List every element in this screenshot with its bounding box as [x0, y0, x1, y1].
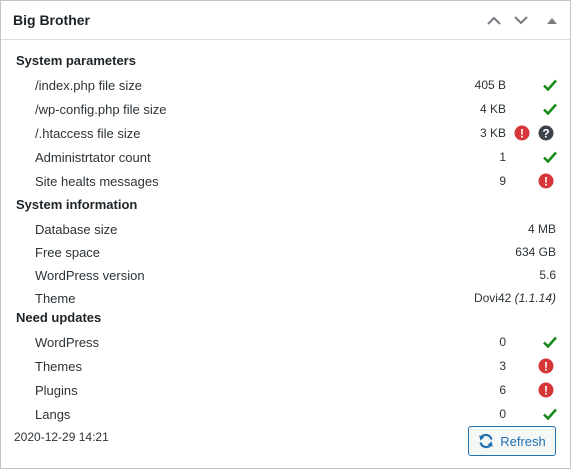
stat-row: Database size 4 MB [1, 219, 570, 241]
refresh-button-label: Refresh [500, 433, 546, 449]
stat-label: Site healts messages [35, 174, 159, 189]
stat-row: /index.php file size 405 B [1, 75, 570, 97]
stat-label: Theme [35, 291, 76, 306]
error-icon: ! [514, 125, 530, 141]
stat-row: Themes 3! [1, 356, 570, 378]
stat-value-main: 4 KB [479, 102, 506, 116]
stat-label: Free space [35, 245, 101, 260]
stat-row: Theme Dovi42 (1.1.14) [1, 288, 570, 310]
stat-value-main: 3 [499, 359, 506, 373]
stat-row: WordPress version 5.6 [1, 265, 570, 287]
stat-value: 3 [499, 359, 506, 373]
stat-value: 4 MB [528, 222, 556, 236]
stat-label: Administrtator count [35, 150, 151, 165]
svg-text:!: ! [544, 359, 548, 373]
stat-value: 6 [499, 383, 506, 397]
stat-value: 0 [499, 335, 506, 349]
widget-title: Big Brother [13, 12, 90, 28]
stat-value-main: 3 KB [479, 126, 506, 140]
big-brother-widget: Big Brother System parameters/index.php … [0, 0, 571, 469]
svg-text:!: ! [544, 383, 548, 397]
widget-header: Big Brother [1, 1, 570, 40]
move-down-button[interactable] [510, 9, 532, 31]
stat-label: Database size [35, 222, 118, 237]
stat-label: WordPress version [35, 268, 145, 283]
stat-label: WordPress [35, 335, 100, 350]
checkmark-icon [543, 151, 557, 164]
chevron-down-icon [514, 15, 528, 24]
stat-label: /index.php file size [35, 78, 142, 93]
section-title: System information [16, 197, 138, 212]
stat-row: /.htaccess file size 3 KB!? [1, 123, 570, 145]
stat-label: Langs [35, 407, 71, 422]
stat-value-main: 9 [499, 174, 506, 188]
stat-value-main: 405 B [474, 78, 506, 92]
stat-label: Themes [35, 359, 82, 374]
stat-value-main: 0 [499, 407, 506, 421]
stat-value: 3 KB [480, 126, 506, 140]
last-update-timestamp: 2020-12-29 14:21 [14, 430, 109, 444]
stat-value: 1 [499, 150, 506, 164]
stat-value-main: 634 GB [515, 245, 556, 259]
stat-value: 9 [499, 174, 506, 188]
checkmark-icon [543, 336, 557, 349]
stat-row: Plugins 6! [1, 380, 570, 402]
error-icon: ! [538, 358, 554, 374]
checkmark-icon [543, 408, 557, 421]
stat-label: Plugins [35, 383, 78, 398]
stat-value: Dovi42 (1.1.14) [474, 291, 556, 305]
section-title: Need updates [16, 310, 102, 325]
stat-row: WordPress 0 [1, 332, 570, 354]
stat-value: 5.6 [539, 268, 556, 282]
stat-value-main: 1 [499, 150, 506, 164]
svg-text:!: ! [544, 174, 548, 188]
stat-value: 0 [499, 407, 506, 421]
stat-value: 634 GB [515, 245, 556, 259]
error-icon: ! [538, 382, 554, 398]
stat-row: Langs 0 [1, 404, 570, 426]
stat-value-main: 0 [499, 335, 506, 349]
toggle-collapse-button[interactable] [541, 9, 563, 31]
move-up-button[interactable] [483, 9, 505, 31]
checkmark-icon [543, 103, 557, 116]
error-icon: ! [538, 173, 554, 189]
triangle-up-icon [547, 17, 557, 24]
stat-value-main: 4 MB [527, 222, 556, 236]
checkmark-icon [543, 79, 557, 92]
question-icon: ? [538, 125, 554, 141]
stat-value-main: Dovi42 [473, 291, 512, 305]
stat-value: 405 B [475, 78, 506, 92]
stat-row: /wp-config.php file size 4 KB [1, 99, 570, 121]
refresh-button[interactable]: Refresh [468, 426, 556, 456]
stat-value-main: 6 [499, 383, 506, 397]
stat-row: Free space 634 GB [1, 242, 570, 264]
section-title: System parameters [16, 53, 136, 68]
stat-row: Site healts messages 9! [1, 171, 570, 193]
svg-text:!: ! [520, 126, 524, 140]
stat-row: Administrtator count 1 [1, 147, 570, 169]
theme-version: (1.1.14) [514, 291, 556, 305]
stat-value-main: 5.6 [539, 268, 556, 282]
refresh-icon [479, 433, 494, 449]
svg-text:?: ? [542, 126, 549, 140]
stat-label: /.htaccess file size [35, 126, 141, 141]
chevron-up-icon [487, 16, 501, 25]
stat-label: /wp-config.php file size [35, 102, 167, 117]
stat-value: 4 KB [480, 102, 506, 116]
